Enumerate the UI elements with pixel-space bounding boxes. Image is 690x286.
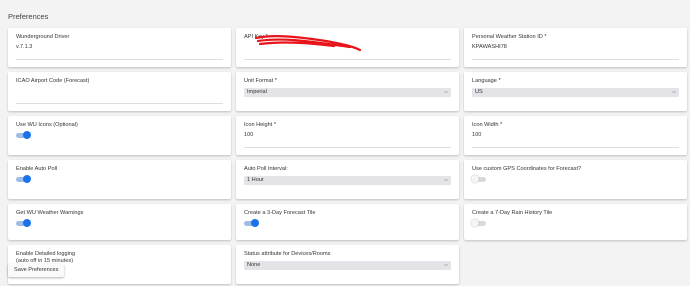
- api-key-underline: [244, 59, 451, 60]
- chevron-down-icon: ⌵: [444, 177, 448, 183]
- toggle-knob: [471, 175, 479, 183]
- wu-icons-label: Use WU Icons (Optional): [16, 122, 78, 128]
- icon-width-card: Icon Width * 100: [464, 116, 687, 155]
- unit-format-label: Unit Format *: [244, 78, 277, 84]
- status-attribute-card: Status attribute for Devices/Rooms None …: [236, 245, 459, 284]
- redaction-scribble: [254, 35, 362, 52]
- icao-card: ICAO Airport Code (Forecast): [8, 72, 231, 111]
- station-id-input[interactable]: KPAWASHI78: [472, 44, 679, 51]
- poll-interval-select[interactable]: 1 Hour ⌵: [244, 176, 451, 185]
- station-id-underline: [472, 59, 679, 60]
- wu-warnings-label: Get WU Weather Warnings: [16, 210, 84, 216]
- custom-gps-label: Use custom GPS Coordinates for Forecast?: [472, 166, 582, 172]
- toggle-knob: [471, 219, 479, 227]
- toggle-knob: [23, 131, 31, 139]
- language-value: US: [475, 89, 483, 95]
- rain-tile-label: Create a 7-Day Rain History Tile: [472, 210, 553, 216]
- detailed-logging-label: Enable Detailed logging (auto off in 15 …: [16, 251, 76, 264]
- custom-gps-toggle[interactable]: [471, 175, 486, 183]
- driver-card: Wunderground Driver v.7.1.3: [8, 28, 231, 67]
- poll-interval-card: Auto Poll Interval: 1 Hour ⌵: [236, 160, 459, 199]
- icao-input[interactable]: [16, 88, 223, 95]
- chevron-down-icon: ⌵: [672, 89, 676, 95]
- unit-format-select[interactable]: Imperial ⌵: [244, 88, 451, 97]
- icon-height-card: Icon Height * 100: [236, 116, 459, 155]
- station-id-card: Personal Weather Station ID * KPAWASHI78: [464, 28, 687, 67]
- empty-cell: [464, 245, 687, 284]
- icon-width-underline: [472, 147, 679, 148]
- unit-format-value: Imperial: [247, 89, 267, 95]
- api-key-card: API Key *: [236, 28, 459, 67]
- icao-underline: [16, 103, 223, 104]
- chevron-down-icon: ⌵: [444, 89, 448, 95]
- auto-poll-label: Enable Auto Poll: [16, 166, 58, 172]
- status-attribute-label: Status attribute for Devices/Rooms: [244, 251, 331, 257]
- custom-gps-card: Use custom GPS Coordinates for Forecast?: [464, 160, 687, 199]
- poll-interval-value: 1 Hour: [247, 177, 264, 183]
- auto-poll-toggle[interactable]: [16, 175, 31, 183]
- status-attribute-select[interactable]: None ⌵: [244, 261, 451, 270]
- forecast-tile-toggle[interactable]: [244, 219, 259, 227]
- driver-version: v.7.1.3: [16, 44, 33, 50]
- toggle-knob: [23, 219, 31, 227]
- auto-poll-card: Enable Auto Poll: [8, 160, 231, 199]
- icao-label: ICAO Airport Code (Forecast): [16, 78, 90, 84]
- chevron-down-icon: ⌵: [444, 262, 448, 268]
- wu-warnings-card: Get WU Weather Warnings: [8, 204, 231, 240]
- poll-interval-label: Auto Poll Interval:: [244, 166, 288, 172]
- page-title: Preferences: [8, 12, 49, 21]
- icon-height-label: Icon Height *: [244, 122, 277, 128]
- driver-label: Wunderground Driver: [16, 34, 70, 40]
- icon-width-label: Icon Width *: [472, 122, 503, 128]
- preferences-grid: Wunderground Driver v.7.1.3 API Key * Pe…: [8, 28, 687, 284]
- wu-icons-toggle[interactable]: [16, 131, 31, 139]
- icon-width-input[interactable]: 100: [472, 132, 679, 139]
- save-preferences-button[interactable]: Save Preferences: [8, 264, 65, 277]
- forecast-tile-label: Create a 3-Day Forecast Tile: [244, 210, 316, 216]
- language-select[interactable]: US ⌵: [472, 88, 679, 97]
- wu-warnings-toggle[interactable]: [16, 219, 31, 227]
- station-id-label: Personal Weather Station ID *: [472, 34, 547, 40]
- rain-tile-toggle[interactable]: [471, 219, 486, 227]
- icon-height-input[interactable]: 100: [244, 132, 451, 139]
- language-card: Language * US ⌵: [464, 72, 687, 111]
- language-label: Language *: [472, 78, 501, 84]
- wu-icons-card: Use WU Icons (Optional): [8, 116, 231, 155]
- rain-tile-card: Create a 7-Day Rain History Tile: [464, 204, 687, 240]
- unit-format-card: Unit Format * Imperial ⌵: [236, 72, 459, 111]
- icon-height-underline: [244, 147, 451, 148]
- driver-underline: [16, 59, 223, 60]
- toggle-knob: [23, 175, 31, 183]
- forecast-tile-card: Create a 3-Day Forecast Tile: [236, 204, 459, 240]
- toggle-knob: [251, 219, 259, 227]
- status-attribute-value: None: [247, 262, 261, 268]
